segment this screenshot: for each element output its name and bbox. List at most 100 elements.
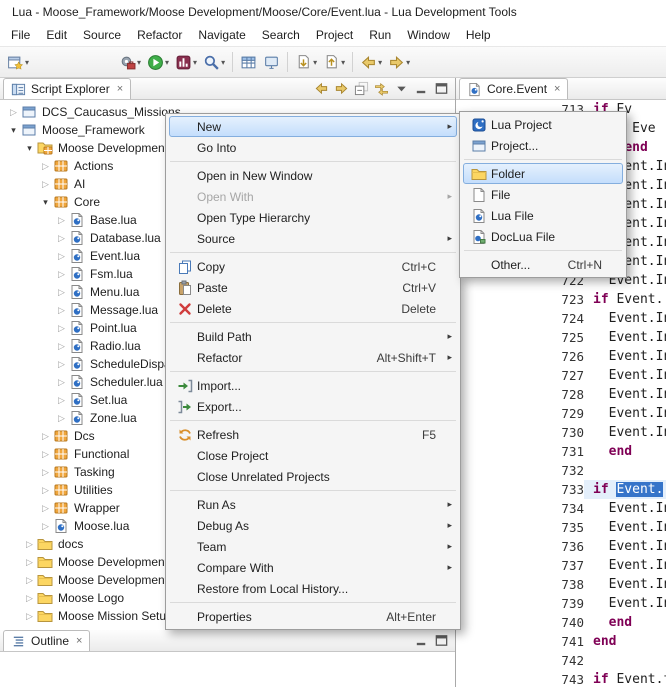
close-icon[interactable]: × xyxy=(117,83,123,95)
maximize-button[interactable] xyxy=(434,633,449,648)
code-line-726[interactable]: 726 Event.In xyxy=(456,347,666,366)
link-editor-button[interactable] xyxy=(374,81,389,96)
expand-arrow-icon[interactable]: ▷ xyxy=(6,107,21,118)
next-annotation-button[interactable]: ▾ xyxy=(292,50,320,74)
menu-item-team[interactable]: Team▸ xyxy=(169,536,457,557)
collapse-arrow-icon[interactable]: ▾ xyxy=(38,197,53,208)
run-button[interactable]: ▾ xyxy=(144,50,172,74)
code-line-731[interactable]: 731 end xyxy=(456,442,666,461)
collapse-all-button[interactable] xyxy=(354,81,369,96)
menu-item-compare-with[interactable]: Compare With▸ xyxy=(169,557,457,578)
code-line-729[interactable]: 729 Event.In xyxy=(456,404,666,423)
code-line-743[interactable]: 743if Event.ta xyxy=(456,670,666,687)
menu-item-doclua-file[interactable]: DocLua File xyxy=(463,226,623,247)
code-line-741[interactable]: 741end xyxy=(456,632,666,651)
menu-item-export[interactable]: Export... xyxy=(169,396,457,417)
dropdown-arrow-icon[interactable]: ▾ xyxy=(25,58,29,67)
menu-item-folder[interactable]: Folder xyxy=(463,163,623,184)
menu-item-build-path[interactable]: Build Path▸ xyxy=(169,326,457,347)
menu-item-properties[interactable]: PropertiesAlt+Enter xyxy=(169,606,457,627)
close-icon[interactable]: × xyxy=(554,83,560,95)
forward-button[interactable] xyxy=(334,81,349,96)
menu-item-refactor[interactable]: RefactorAlt+Shift+T▸ xyxy=(169,347,457,368)
code-line-723[interactable]: 723if Event. xyxy=(456,290,666,309)
code-line-724[interactable]: 724 Event.In xyxy=(456,309,666,328)
dropdown-arrow-icon[interactable]: ▾ xyxy=(341,58,345,67)
remote-view-button[interactable] xyxy=(260,50,283,74)
menu-item-other[interactable]: Other...Ctrl+N xyxy=(463,254,623,275)
collapse-arrow-icon[interactable]: ▾ xyxy=(6,125,21,136)
code-line-738[interactable]: 738 Event.In xyxy=(456,575,666,594)
code-line-740[interactable]: 740 end xyxy=(456,613,666,632)
menu-item-copy[interactable]: CopyCtrl+C xyxy=(169,256,457,277)
menu-item-lua-project[interactable]: Lua Project xyxy=(463,114,623,135)
back-history-button[interactable]: ▾ xyxy=(357,50,385,74)
expand-arrow-icon[interactable]: ▷ xyxy=(38,503,53,514)
expand-arrow-icon[interactable]: ▷ xyxy=(22,575,37,586)
expand-arrow-icon[interactable]: ▷ xyxy=(54,287,69,298)
menu-window[interactable]: Window xyxy=(399,25,458,45)
menu-item-go-into[interactable]: Go Into xyxy=(169,137,457,158)
expand-arrow-icon[interactable]: ▷ xyxy=(54,413,69,424)
menu-item-project[interactable]: Project... xyxy=(463,135,623,156)
expand-arrow-icon[interactable]: ▷ xyxy=(54,395,69,406)
menu-source[interactable]: Source xyxy=(75,25,129,45)
back-button[interactable] xyxy=(314,81,329,96)
code-line-730[interactable]: 730 Event.In xyxy=(456,423,666,442)
dropdown-arrow-icon[interactable]: ▾ xyxy=(378,58,382,67)
expand-arrow-icon[interactable]: ▷ xyxy=(38,449,53,460)
menu-item-lua-file[interactable]: Lua File xyxy=(463,205,623,226)
code-line-737[interactable]: 737 Event.In xyxy=(456,556,666,575)
code-line-732[interactable]: 732 xyxy=(456,461,666,480)
expand-arrow-icon[interactable]: ▷ xyxy=(38,179,53,190)
expand-arrow-icon[interactable]: ▷ xyxy=(22,611,37,622)
data-source-explorer-button[interactable] xyxy=(237,50,260,74)
expand-arrow-icon[interactable]: ▷ xyxy=(22,557,37,568)
code-line-725[interactable]: 725 Event.In xyxy=(456,328,666,347)
expand-arrow-icon[interactable]: ▷ xyxy=(54,305,69,316)
dropdown-arrow-icon[interactable]: ▾ xyxy=(137,58,141,67)
menu-item-source[interactable]: Source▸ xyxy=(169,228,457,249)
maximize-button[interactable] xyxy=(434,81,449,96)
menu-file[interactable]: File xyxy=(3,25,38,45)
tab-outline[interactable]: Outline × xyxy=(3,630,90,651)
expand-arrow-icon[interactable]: ▷ xyxy=(22,593,37,604)
code-line-739[interactable]: 739 Event.In xyxy=(456,594,666,613)
expand-arrow-icon[interactable]: ▷ xyxy=(38,485,53,496)
menu-navigate[interactable]: Navigate xyxy=(190,25,253,45)
menu-project[interactable]: Project xyxy=(308,25,361,45)
view-menu-button[interactable] xyxy=(394,81,409,96)
menu-item-new[interactable]: New▸ xyxy=(169,116,457,137)
external-tools-button[interactable]: ▾ xyxy=(116,50,144,74)
menu-item-open-in-new-window[interactable]: Open in New Window xyxy=(169,165,457,186)
dropdown-arrow-icon[interactable]: ▾ xyxy=(193,58,197,67)
minimize-button[interactable] xyxy=(414,81,429,96)
menu-search[interactable]: Search xyxy=(254,25,308,45)
dropdown-arrow-icon[interactable]: ▾ xyxy=(165,58,169,67)
expand-arrow-icon[interactable]: ▷ xyxy=(38,161,53,172)
menu-item-debug-as[interactable]: Debug As▸ xyxy=(169,515,457,536)
code-line-728[interactable]: 728 Event.In xyxy=(456,385,666,404)
code-line-735[interactable]: 735 Event.In xyxy=(456,518,666,537)
expand-arrow-icon[interactable]: ▷ xyxy=(54,377,69,388)
expand-arrow-icon[interactable]: ▷ xyxy=(54,359,69,370)
expand-arrow-icon[interactable]: ▷ xyxy=(54,269,69,280)
code-line-733[interactable]: 733if Event. xyxy=(456,480,666,499)
menu-item-import[interactable]: Import... xyxy=(169,375,457,396)
menu-item-restore-from-local-history[interactable]: Restore from Local History... xyxy=(169,578,457,599)
menu-item-file[interactable]: File xyxy=(463,184,623,205)
tab-script-explorer[interactable]: Script Explorer × xyxy=(3,78,131,99)
expand-arrow-icon[interactable]: ▷ xyxy=(38,521,53,532)
expand-arrow-icon[interactable]: ▷ xyxy=(54,215,69,226)
menu-item-delete[interactable]: DeleteDelete xyxy=(169,298,457,319)
menu-item-refresh[interactable]: RefreshF5 xyxy=(169,424,457,445)
dropdown-arrow-icon[interactable]: ▾ xyxy=(221,58,225,67)
expand-arrow-icon[interactable]: ▷ xyxy=(54,233,69,244)
menu-refactor[interactable]: Refactor xyxy=(129,25,190,45)
menu-help[interactable]: Help xyxy=(458,25,499,45)
close-icon[interactable]: × xyxy=(76,635,82,647)
dropdown-arrow-icon[interactable]: ▾ xyxy=(406,58,410,67)
expand-arrow-icon[interactable]: ▷ xyxy=(22,539,37,550)
expand-arrow-icon[interactable]: ▷ xyxy=(38,431,53,442)
forward-history-button[interactable]: ▾ xyxy=(385,50,413,74)
